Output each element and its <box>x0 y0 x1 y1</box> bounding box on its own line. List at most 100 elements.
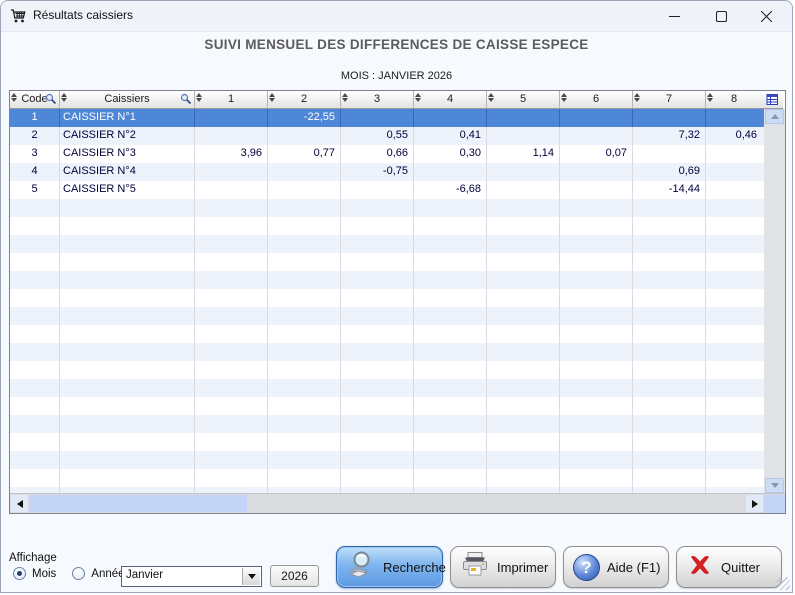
minimize-button[interactable] <box>652 1 697 31</box>
cell-day-3 <box>341 109 414 127</box>
cell-day-5 <box>487 361 560 379</box>
cell-caissier: CAISSIER N°4 <box>60 163 195 181</box>
table-row[interactable]: 1 CAISSIER N°1 -22,55 <box>10 109 785 127</box>
radio-annee[interactable] <box>72 567 86 580</box>
cell-day-1 <box>195 433 268 451</box>
column-chooser-icon[interactable] <box>762 91 783 109</box>
table-row[interactable]: 4 CAISSIER N°4 -0,75 0,69 <box>10 163 785 181</box>
column-header-3[interactable]: 3 <box>341 91 414 109</box>
quitter-button-label: Quitter <box>721 559 761 575</box>
cell-day-7 <box>633 451 706 469</box>
sort-icon <box>634 93 640 102</box>
cell-day-6 <box>560 271 633 289</box>
cell-day-6: 0,07 <box>560 145 633 163</box>
resize-grip[interactable] <box>777 577 790 590</box>
cell-caissier <box>60 451 195 469</box>
cell-day-1 <box>195 415 268 433</box>
cell-day-3 <box>341 379 414 397</box>
title-bar[interactable]: Résultats caissiers <box>1 1 792 32</box>
cell-day-8 <box>706 163 762 181</box>
table-row[interactable]: 3 CAISSIER N°3 3,96 0,77 0,66 0,30 1,14 0,07 <box>10 145 785 163</box>
cell-day-5 <box>487 451 560 469</box>
cell-day-6 <box>560 235 633 253</box>
cell-day-1 <box>195 199 268 217</box>
scroll-right-button[interactable] <box>746 495 763 512</box>
cell-day-7 <box>633 397 706 415</box>
cell-day-7 <box>633 109 706 127</box>
column-header-2[interactable]: 2 <box>268 91 341 109</box>
quit-x-icon <box>686 551 714 584</box>
cell-day-8 <box>706 469 762 487</box>
app-window: Résultats caissiers SUIVI MENSUEL DES DI… <box>0 0 793 593</box>
cell-day-7 <box>633 379 706 397</box>
column-header-8[interactable]: 8 <box>706 91 762 109</box>
table-row[interactable]: 5 CAISSIER N°5 -6,68 -14,44 <box>10 181 785 199</box>
imprimer-button[interactable]: Imprimer <box>450 546 556 588</box>
cell-day-7 <box>633 253 706 271</box>
radio-mois[interactable] <box>13 567 26 580</box>
aide-button[interactable]: ? Aide (F1) <box>563 546 669 588</box>
sort-icon <box>61 93 67 102</box>
column-header-7[interactable]: 7 <box>633 91 706 109</box>
cell-day-1 <box>195 307 268 325</box>
cell-code <box>10 217 60 235</box>
horizontal-scroll-thumb[interactable] <box>29 495 247 512</box>
cell-day-1 <box>195 181 268 199</box>
cell-day-5 <box>487 253 560 271</box>
cell-day-8 <box>706 415 762 433</box>
cell-day-6 <box>560 253 633 271</box>
scroll-left-button[interactable] <box>11 495 28 512</box>
cell-day-5 <box>487 379 560 397</box>
column-header-caissiers[interactable]: Caissiers <box>60 91 195 109</box>
month-select[interactable]: Janvier <box>121 566 262 587</box>
cell-day-6 <box>560 109 633 127</box>
year-field[interactable]: 2026 <box>270 565 319 587</box>
close-button[interactable] <box>744 1 789 31</box>
cell-day-7 <box>633 199 706 217</box>
chevron-down-icon[interactable] <box>242 568 260 585</box>
cell-day-2 <box>268 127 341 145</box>
cell-caissier <box>60 343 195 361</box>
horizontal-scrollbar[interactable] <box>10 493 785 513</box>
column-header-5[interactable]: 5 <box>487 91 560 109</box>
sort-icon <box>269 93 275 102</box>
cell-day-2 <box>268 325 341 343</box>
cell-day-2 <box>268 181 341 199</box>
cell-code <box>10 271 60 289</box>
cell-day-1 <box>195 253 268 271</box>
cell-day-7 <box>633 433 706 451</box>
column-header-code[interactable]: Code <box>10 91 60 109</box>
cell-day-8 <box>706 199 762 217</box>
filter-magnifier-icon[interactable] <box>180 93 192 110</box>
cell-day-6 <box>560 127 633 145</box>
empty-row <box>10 433 785 451</box>
vertical-scrollbar[interactable] <box>764 109 785 493</box>
column-header-4[interactable]: 4 <box>414 91 487 109</box>
cell-day-1 <box>195 109 268 127</box>
cell-caissier <box>60 433 195 451</box>
filter-magnifier-icon[interactable] <box>45 93 57 110</box>
recherche-button[interactable]: Recherche <box>336 546 446 588</box>
cell-day-4 <box>414 451 487 469</box>
column-header-6[interactable]: 6 <box>560 91 633 109</box>
scroll-down-button[interactable] <box>765 478 784 493</box>
table-row[interactable]: 2 CAISSIER N°2 0,55 0,41 7,32 0,46 <box>10 127 785 145</box>
cell-code <box>10 433 60 451</box>
cell-day-7 <box>633 289 706 307</box>
month-select-value: Janvier <box>126 569 164 581</box>
empty-row <box>10 271 785 289</box>
cell-day-4 <box>414 469 487 487</box>
column-header-1[interactable]: 1 <box>195 91 268 109</box>
empty-row <box>10 379 785 397</box>
cell-day-2 <box>268 271 341 289</box>
cell-caissier: CAISSIER N°1 <box>60 109 195 127</box>
cell-day-8 <box>706 397 762 415</box>
maximize-button[interactable] <box>699 1 744 31</box>
quitter-button[interactable]: Quitter <box>676 546 782 588</box>
cell-day-3 <box>341 361 414 379</box>
scroll-up-button[interactable] <box>765 109 784 124</box>
cell-day-8 <box>706 181 762 199</box>
cell-day-8 <box>706 235 762 253</box>
cell-day-2: 0,77 <box>268 145 341 163</box>
cell-caissier <box>60 217 195 235</box>
